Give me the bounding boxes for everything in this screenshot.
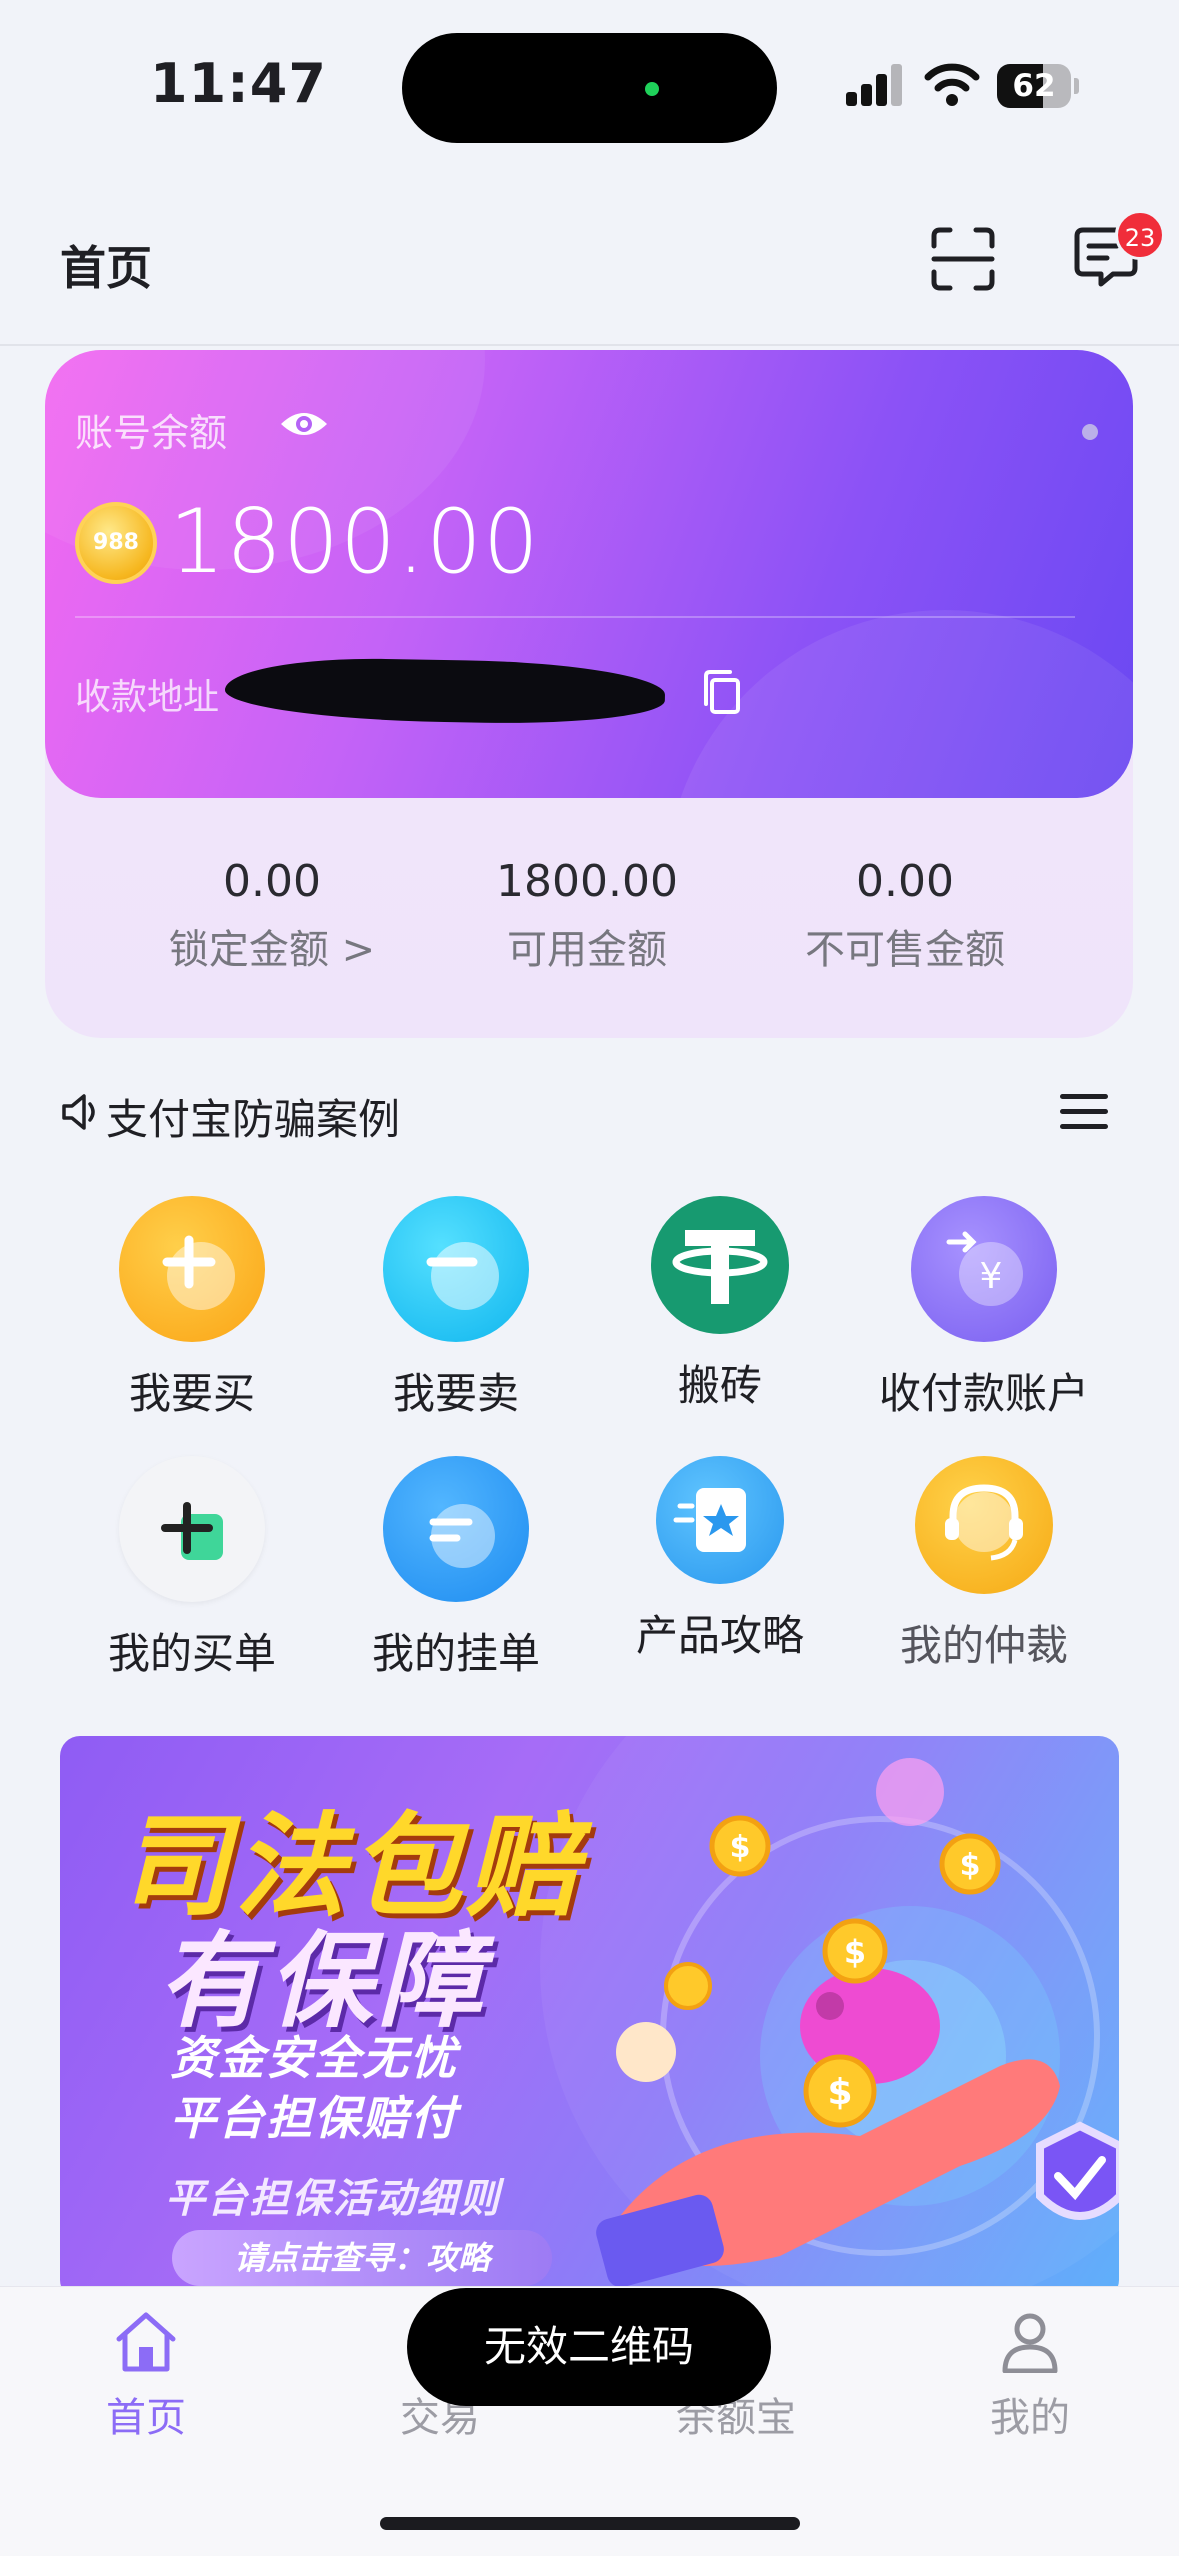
grid-label: 我的仲裁: [899, 1621, 1068, 1670]
sell-button[interactable]: 我要卖: [326, 1196, 586, 1421]
grid-label: 我的挂单: [371, 1629, 540, 1678]
my-buy-orders-button[interactable]: 我的买单: [62, 1456, 322, 1681]
tether-icon: [651, 1196, 789, 1334]
banner-line: 资金安全无忧: [170, 2031, 458, 2085]
stat-value: 0.00: [223, 856, 321, 907]
balance-label: 账号余额: [75, 411, 228, 455]
tab-label: 首页: [106, 2395, 186, 2441]
status-time: 11:47: [150, 52, 327, 115]
coin-icon: 988: [75, 502, 157, 584]
battery-icon: 62: [997, 64, 1079, 108]
list-order-icon: [383, 1456, 529, 1602]
svg-text:$: $: [960, 1848, 981, 1883]
address-label: 收款地址: [75, 677, 220, 718]
battery-level: 62: [1012, 68, 1056, 104]
buy-button[interactable]: 我要买: [62, 1196, 322, 1421]
add-order-icon: [119, 1456, 265, 1602]
brick-button[interactable]: 搬砖: [590, 1196, 850, 1413]
grid-label: 我要买: [128, 1369, 255, 1418]
my-listings-button[interactable]: 我的挂单: [326, 1456, 586, 1681]
stat-label: 锁定金额 >: [168, 927, 376, 973]
stat-value: 0.00: [856, 856, 954, 907]
card-divider: [75, 616, 1075, 618]
balance-card: 账号余额 988 1800.00 收款地址 a: [45, 350, 1133, 798]
status-bar: 11:47 62: [0, 0, 1179, 170]
promo-banner[interactable]: 司法包赔 有保障 资金安全无忧 平台担保赔付 平台担保活动细则 请点击查寻：攻略…: [60, 1736, 1119, 2300]
stat-label: 可用金额: [507, 927, 667, 973]
svg-text:$: $: [730, 1830, 751, 1865]
eye-icon[interactable]: [279, 408, 329, 440]
available-amount-stat: 1800.00 可用金额: [437, 856, 737, 975]
svg-text:$: $: [827, 2072, 852, 2113]
scan-icon[interactable]: [930, 226, 996, 292]
grid-label: 搬砖: [677, 1361, 762, 1410]
headset-support-icon: [915, 1456, 1053, 1594]
svg-text:¥: ¥: [980, 1256, 1003, 1297]
guide-book-icon: [656, 1456, 784, 1584]
stat-value: 1800.00: [496, 856, 678, 907]
banner-line: 平台担保赔付: [170, 2091, 458, 2145]
svg-text:$: $: [844, 1933, 866, 1971]
grid-label: 我的买单: [107, 1629, 276, 1678]
profile-icon: [1002, 2313, 1058, 2374]
stat-label: 不可售金额: [805, 927, 1005, 973]
tab-label: 我的: [990, 2395, 1070, 2441]
grid-label: 产品攻略: [635, 1611, 804, 1660]
camera-indicator-dot: [645, 82, 659, 96]
plus-circle-icon: [119, 1196, 265, 1342]
banner-line: 平台担保活动细则: [165, 2176, 501, 2222]
toast-message: 无效二维码: [407, 2288, 771, 2406]
banner-guide-button[interactable]: 请点击查寻：攻略: [172, 2230, 552, 2286]
minus-circle-icon: [383, 1196, 529, 1342]
top-header: 首页 23: [0, 170, 1179, 346]
product-guide-button[interactable]: 产品攻略: [590, 1456, 850, 1663]
piggy-bank-hand-illustration: $ $ $ $: [596, 1758, 1119, 2288]
tab-home[interactable]: 首页: [46, 2311, 246, 2443]
dynamic-island: [402, 33, 777, 143]
page-title: 首页: [60, 241, 152, 295]
balance-amount: 1800.00: [169, 490, 540, 593]
address-redaction: [224, 656, 666, 726]
payment-account-button[interactable]: ¥ 收付款账户: [854, 1196, 1114, 1421]
cellular-signal-icon: [846, 64, 902, 106]
grid-label: 收付款账户: [878, 1369, 1089, 1418]
card-menu-dot[interactable]: [1082, 424, 1098, 440]
yuan-transfer-icon: ¥: [911, 1196, 1057, 1342]
speaker-icon: [62, 1094, 95, 1130]
home-icon: [116, 2312, 176, 2372]
unsellable-amount-stat: 0.00 不可售金额: [755, 856, 1055, 975]
menu-icon[interactable]: [1060, 1094, 1108, 1130]
notice-text: 支付宝防骗案例: [106, 1095, 401, 1144]
tab-profile[interactable]: 我的: [930, 2311, 1130, 2443]
copy-icon[interactable]: [700, 668, 744, 716]
unread-badge: 23: [1115, 210, 1165, 260]
wifi-icon: [924, 63, 980, 106]
home-indicator: [380, 2517, 800, 2530]
my-arbitration-button[interactable]: 我的仲裁: [854, 1456, 1114, 1673]
grid-label: 我要卖: [392, 1369, 519, 1418]
notice-bar[interactable]: 支付宝防骗案例: [60, 1080, 1120, 1144]
locked-amount-stat[interactable]: 0.00 锁定金额 >: [122, 856, 422, 975]
